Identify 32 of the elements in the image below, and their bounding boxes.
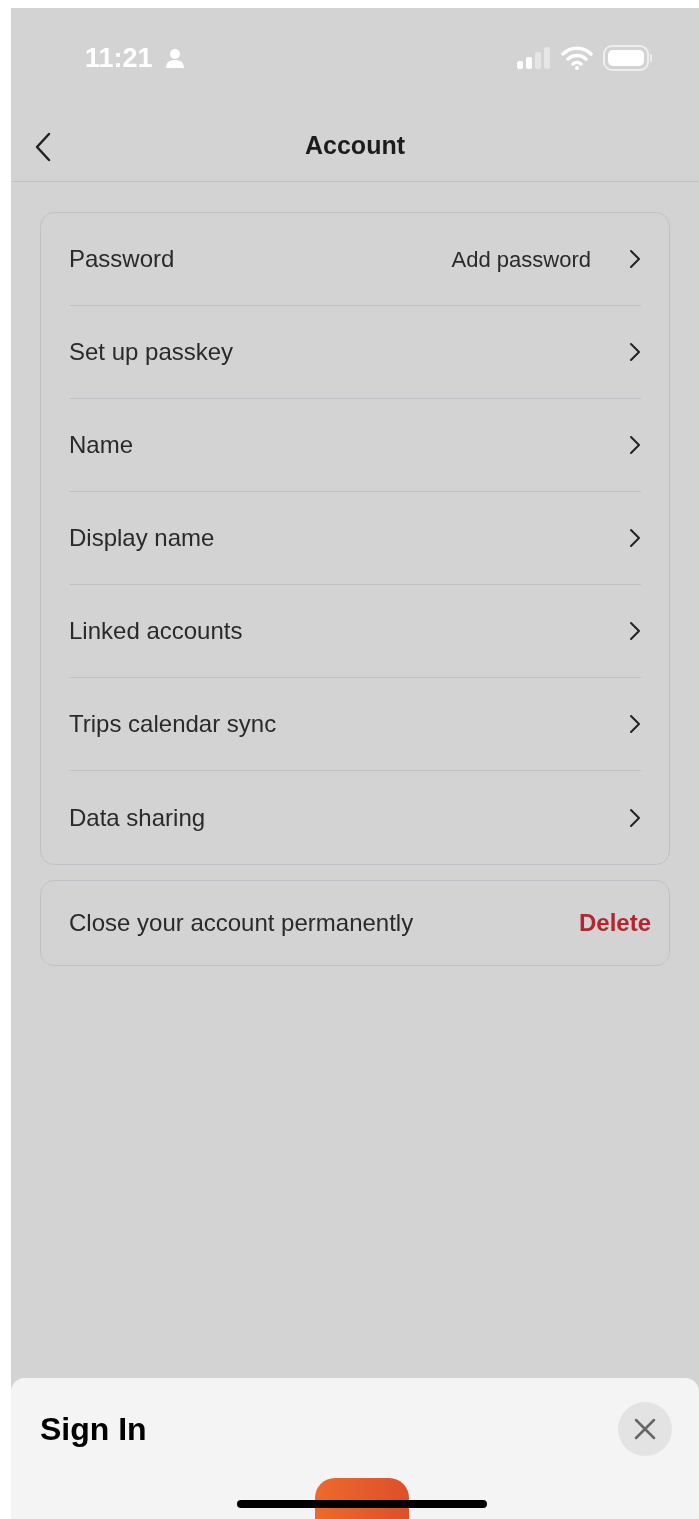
chevron-right-icon [629,714,641,734]
delete-button[interactable]: Delete [578,905,651,941]
chevron-right-icon [629,807,641,828]
row-label: Display name [69,523,215,553]
signal-icon [517,47,551,69]
chevron-right-icon [629,435,641,455]
chevron-right-icon [629,621,641,641]
row-value: Add password [451,245,591,274]
battery-icon [603,45,653,71]
wifi-icon [561,46,593,70]
person-icon [164,48,185,68]
close-icon [634,1418,656,1440]
row-label: Password [69,244,175,274]
settings-row[interactable]: Password Add password [69,213,641,306]
row-label: Linked accounts [69,616,243,646]
settings-row[interactable]: Name [69,399,641,492]
chevron-right-icon [629,249,641,269]
settings-row[interactable]: Trips calendar sync [69,678,641,771]
close-account-label: Close your account permanently [69,908,414,938]
chevron-right-icon [629,528,641,548]
settings-row[interactable]: Display name [69,492,641,585]
row-label: Set up passkey [69,337,234,367]
settings-row[interactable]: Linked accounts [69,585,641,678]
back-icon [35,132,51,162]
settings-row[interactable]: Data sharing [69,771,641,864]
sheet-title: Sign In [40,1410,147,1449]
chevron-right-icon [629,342,641,362]
row-label: Data sharing [69,802,206,833]
page-title: Account [305,129,405,161]
row-label: Trips calendar sync [69,709,277,739]
row-label: Name [69,430,134,460]
settings-row[interactable]: Set up passkey [69,306,641,399]
